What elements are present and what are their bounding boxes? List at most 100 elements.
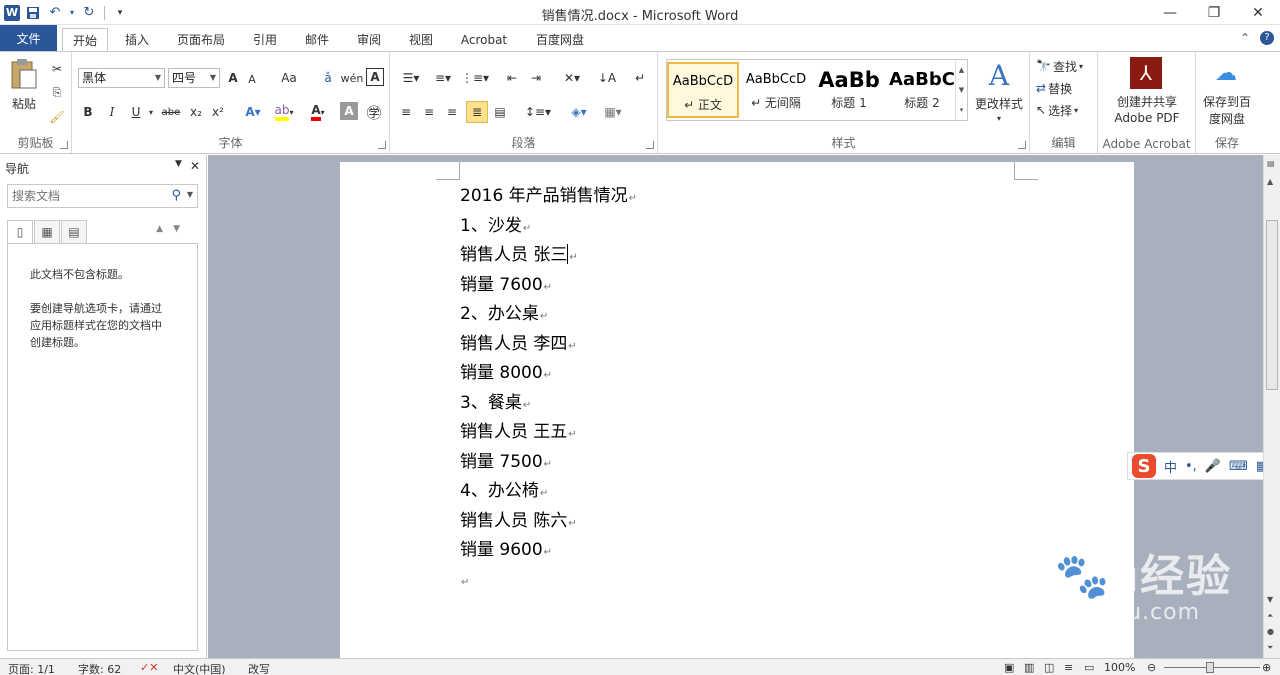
minimize-button[interactable]: — bbox=[1148, 0, 1192, 25]
find-button[interactable]: 🔭 查找 ▾ bbox=[1036, 56, 1096, 76]
gallery-down-icon[interactable]: ▼ bbox=[959, 86, 964, 94]
create-pdf-button-line2[interactable]: Adobe PDF bbox=[1098, 110, 1196, 126]
document-line[interactable]: 销量 7600↵ bbox=[460, 272, 637, 302]
prev-page-icon[interactable]: ⏶ bbox=[1267, 611, 1273, 621]
zoom-level[interactable]: 100% bbox=[1104, 661, 1135, 674]
align-right-icon[interactable]: ≡ bbox=[442, 102, 462, 122]
document-line[interactable]: 销售人员 陈六↵ bbox=[460, 508, 637, 538]
acrobat-pdf-icon[interactable]: ⅄ bbox=[1130, 57, 1162, 89]
change-case-button[interactable]: Aa bbox=[276, 68, 302, 88]
character-border-icon[interactable]: A bbox=[366, 68, 384, 86]
view-draft-icon[interactable]: ▭ bbox=[1084, 661, 1094, 674]
chinese-layout-icon[interactable]: ✕▾ bbox=[558, 68, 586, 88]
nav-options-icon[interactable]: ▼ bbox=[175, 159, 182, 173]
nav-tab-headings[interactable]: ▯ bbox=[7, 220, 33, 244]
sogou-logo-icon[interactable]: S bbox=[1132, 454, 1156, 478]
document-line[interactable]: 销售人员 张三 ↵ bbox=[460, 242, 637, 272]
change-styles-dropdown-icon[interactable]: ▾ bbox=[992, 112, 1006, 124]
document-line[interactable]: ↵ bbox=[460, 567, 637, 597]
show-formatting-icon[interactable]: ↵ bbox=[630, 68, 650, 88]
paste-button[interactable]: 粘贴 bbox=[4, 94, 44, 112]
replace-button[interactable]: ⇄ 替换 bbox=[1036, 78, 1096, 98]
shading-icon[interactable]: ◈▾ bbox=[564, 102, 594, 122]
grow-font-button[interactable]: A bbox=[224, 68, 242, 88]
zoom-in-icon[interactable]: ⊕ bbox=[1262, 661, 1271, 674]
document-line[interactable]: 2、办公桌↵ bbox=[460, 301, 637, 331]
ime-mode-toggle[interactable]: 中 bbox=[1164, 457, 1177, 476]
ruler-toggle-icon[interactable]: ▤ bbox=[1267, 159, 1275, 168]
nav-next-icon[interactable]: ▼ bbox=[173, 224, 190, 234]
tab-view[interactable]: 视图 bbox=[398, 28, 444, 51]
view-print-layout-icon[interactable]: ▣ bbox=[1004, 661, 1014, 674]
view-outline-icon[interactable]: ≡ bbox=[1064, 661, 1073, 674]
font-name-select[interactable]: 黑体 ▼ bbox=[78, 68, 165, 88]
cut-icon[interactable]: ✂ bbox=[48, 60, 66, 78]
underline-button[interactable]: U bbox=[126, 102, 146, 122]
select-button[interactable]: ↖ 选择 ▾ bbox=[1036, 100, 1096, 120]
tab-mailings[interactable]: 邮件 bbox=[294, 28, 340, 51]
clipboard-launcher-icon[interactable] bbox=[60, 141, 68, 149]
align-left-icon[interactable]: ≡ bbox=[396, 102, 416, 122]
document-line[interactable]: 销量 8000↵ bbox=[460, 360, 637, 390]
increase-indent-icon[interactable]: ⇥ bbox=[526, 68, 546, 88]
paragraph-launcher-icon[interactable] bbox=[646, 141, 654, 149]
zoom-out-icon[interactable]: ⊖ bbox=[1147, 661, 1156, 674]
style-heading-1[interactable]: AaBb 标题 1 bbox=[813, 62, 885, 118]
numbering-icon[interactable]: ≡▾ bbox=[428, 68, 458, 88]
view-reading-icon[interactable]: ▥ bbox=[1024, 661, 1034, 674]
maximize-button[interactable]: ❐ bbox=[1192, 0, 1236, 25]
gallery-scroll[interactable]: ▲ ▼ ▾ bbox=[955, 60, 967, 120]
ime-punctuation-toggle[interactable]: •, bbox=[1185, 459, 1197, 474]
help-icon[interactable]: ? bbox=[1260, 31, 1274, 45]
document-line[interactable]: 销售人员 李四↵ bbox=[460, 331, 637, 361]
microphone-icon[interactable]: 🎤 bbox=[1205, 459, 1221, 474]
font-launcher-icon[interactable] bbox=[378, 141, 386, 149]
gallery-more-icon[interactable]: ▾ bbox=[960, 106, 964, 114]
decrease-indent-icon[interactable]: ⇤ bbox=[502, 68, 522, 88]
document-line[interactable]: 3、餐桌↵ bbox=[460, 390, 637, 420]
document-line[interactable]: 销售人员 王五↵ bbox=[460, 419, 637, 449]
text-effects-icon[interactable]: A▾ bbox=[240, 102, 266, 122]
enclosed-character-icon[interactable]: ㊫ bbox=[364, 102, 384, 122]
highlight-color-icon[interactable]: ab ▾ bbox=[270, 102, 298, 122]
nav-tab-results[interactable]: ▤ bbox=[61, 220, 87, 244]
nav-search-input[interactable] bbox=[8, 185, 158, 207]
nav-prev-icon[interactable]: ▲ bbox=[156, 224, 173, 234]
bold-button[interactable]: B bbox=[78, 102, 98, 122]
document-line[interactable]: 2016 年产品销售情况↵ bbox=[460, 183, 637, 213]
zoom-slider-thumb[interactable] bbox=[1206, 662, 1214, 673]
browse-object-icon[interactable]: ● bbox=[1267, 627, 1274, 636]
justify-icon[interactable]: ≣ bbox=[466, 101, 488, 123]
tab-acrobat[interactable]: Acrobat bbox=[452, 28, 516, 51]
next-page-icon[interactable]: ⏷ bbox=[1267, 643, 1273, 653]
scroll-thumb[interactable] bbox=[1266, 220, 1278, 390]
document-line[interactable]: 4、办公椅↵ bbox=[460, 478, 637, 508]
document-line[interactable]: 销量 9600↵ bbox=[460, 537, 637, 567]
style-heading-2[interactable]: AaBbC 标题 2 bbox=[886, 62, 958, 118]
search-icon[interactable]: ⚲ bbox=[171, 188, 181, 203]
shrink-font-button[interactable]: A bbox=[244, 70, 260, 88]
tab-review[interactable]: 审阅 bbox=[346, 28, 392, 51]
scroll-up-icon[interactable]: ▲ bbox=[1267, 177, 1273, 186]
tab-file[interactable]: 文件 bbox=[0, 25, 57, 51]
borders-icon[interactable]: ▦▾ bbox=[598, 102, 628, 122]
search-dropdown-icon[interactable]: ▼ bbox=[187, 190, 193, 199]
character-shading-icon[interactable]: A bbox=[340, 102, 358, 120]
bullets-icon[interactable]: ☰▾ bbox=[396, 68, 426, 88]
tab-page-layout[interactable]: 页面布局 bbox=[166, 28, 236, 51]
nav-tab-pages[interactable]: ▦ bbox=[34, 220, 60, 244]
change-styles-button[interactable]: 更改样式 bbox=[970, 94, 1028, 112]
baidu-cloud-icon[interactable]: ☁ bbox=[1210, 59, 1242, 87]
collapse-ribbon-icon[interactable]: ⌃ bbox=[1240, 31, 1250, 45]
save-to-baidu-line2[interactable]: 度网盘 bbox=[1196, 110, 1258, 126]
style-normal[interactable]: AaBbCcD ↵ 正文 bbox=[667, 62, 739, 118]
format-painter-icon[interactable]: 🖌 bbox=[48, 108, 66, 126]
line-spacing-icon[interactable]: ↕≡▾ bbox=[524, 102, 552, 122]
tab-references[interactable]: 引用 bbox=[242, 28, 288, 51]
proofing-icon[interactable]: ✓✕ bbox=[140, 661, 158, 674]
multilevel-list-icon[interactable]: ⋮≡▾ bbox=[460, 68, 490, 88]
font-color-icon[interactable]: A ▾ bbox=[304, 102, 332, 122]
close-button[interactable]: ✕ bbox=[1236, 0, 1280, 25]
tab-insert[interactable]: 插入 bbox=[114, 28, 160, 51]
subscript-button[interactable]: x₂ bbox=[186, 102, 206, 122]
